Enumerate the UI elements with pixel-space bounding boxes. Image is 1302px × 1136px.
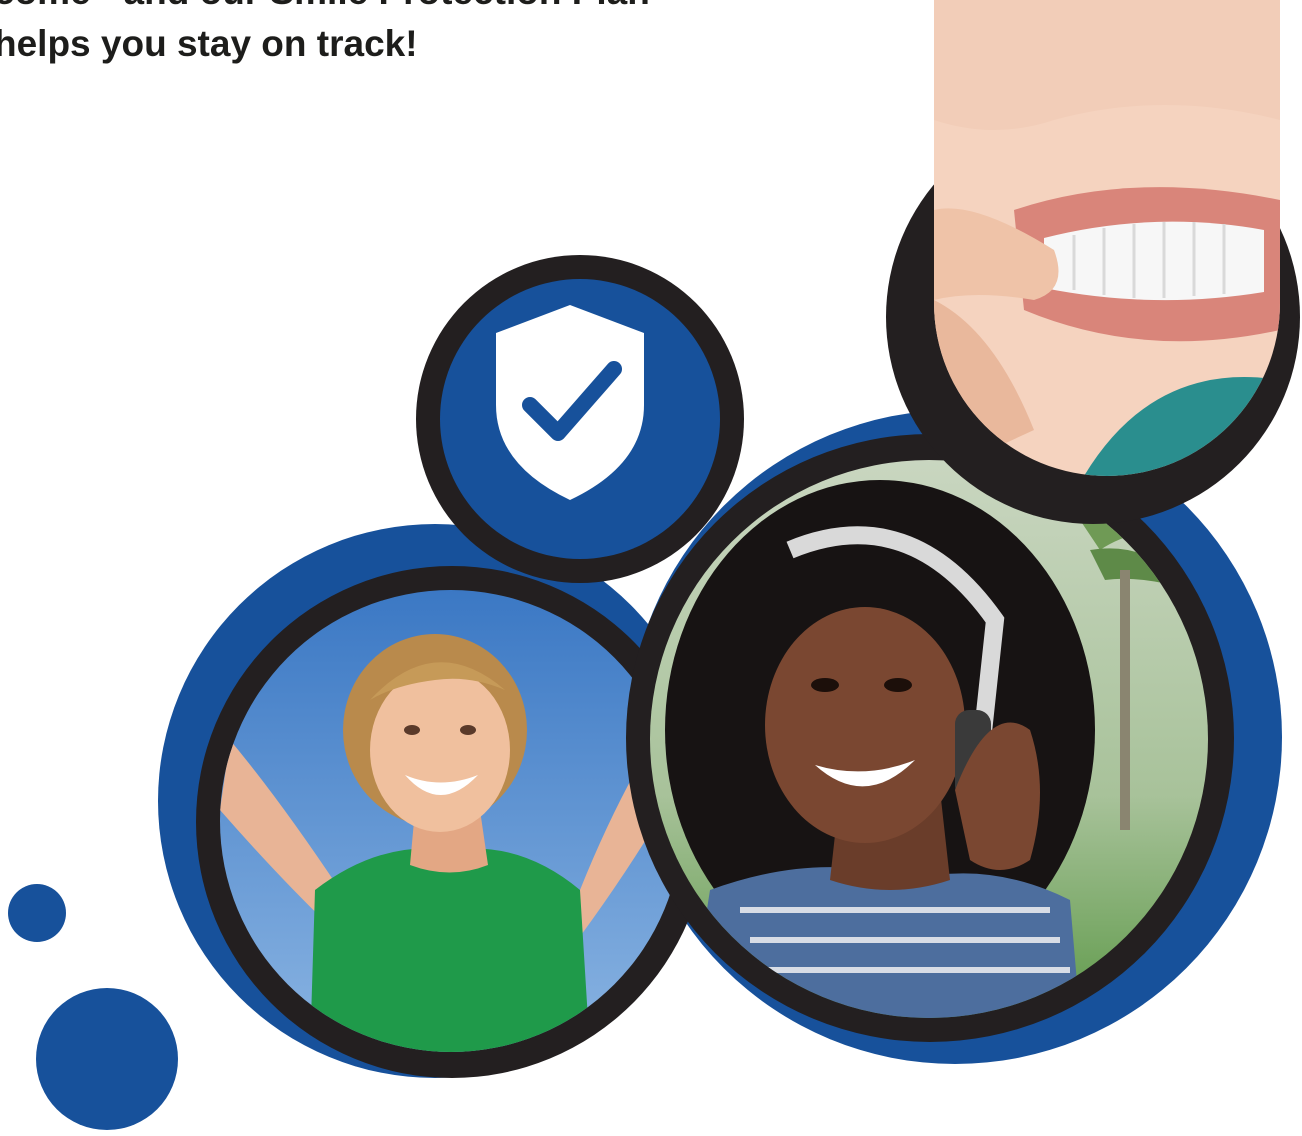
headline-line-2: helps you stay on track! (0, 23, 418, 64)
decor-dot-small-left (8, 884, 66, 942)
shield-check-icon (496, 305, 644, 500)
aligner-photo (934, 0, 1280, 476)
headline: come - and our Smile Protection Plan hel… (0, 0, 650, 70)
decor-dot-large-left (36, 988, 178, 1130)
boy-photo (220, 590, 682, 1052)
headline-line-1: come - and our Smile Protection Plan (0, 0, 650, 18)
woman-photo (650, 460, 1208, 1018)
